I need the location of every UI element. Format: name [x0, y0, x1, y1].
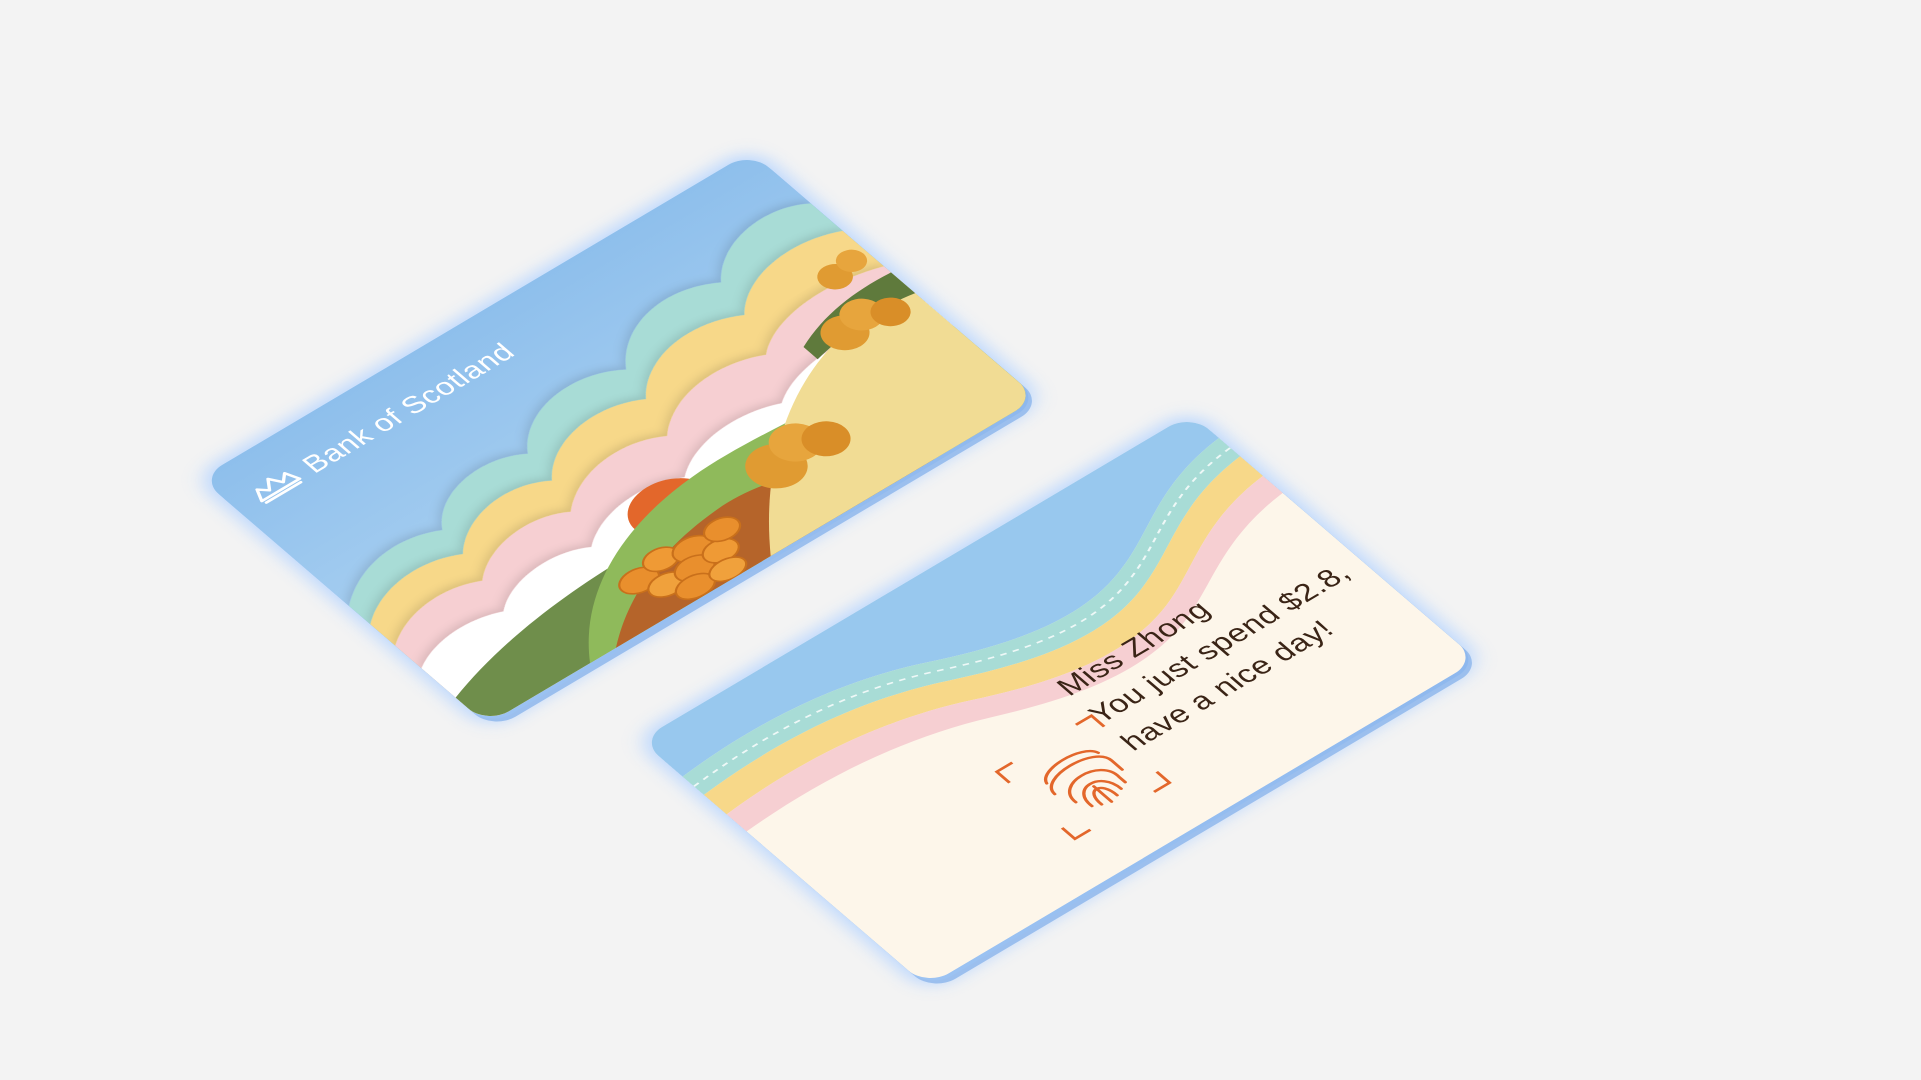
- scene-canvas: Bank of Scotland Miss Zhong You just spe…: [200, 151, 1478, 987]
- scene: Bank of Scotland Miss Zhong You just spe…: [0, 0, 1921, 1080]
